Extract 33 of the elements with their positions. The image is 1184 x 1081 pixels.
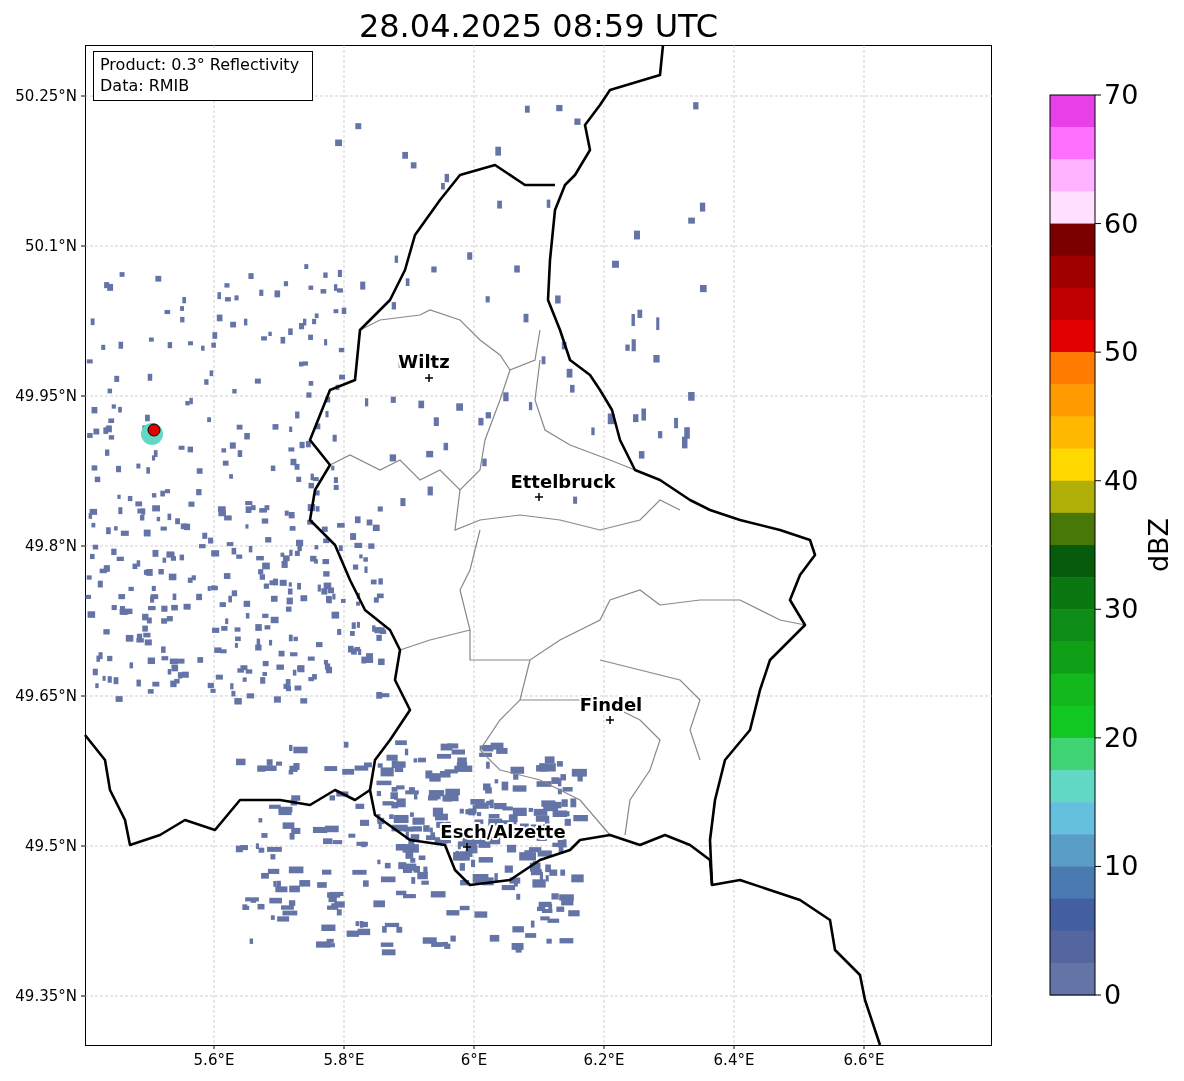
- latitude-label: 50.25°N: [15, 87, 77, 105]
- latitude-label: 49.35°N: [15, 987, 77, 1005]
- city-label: Wiltz: [398, 351, 450, 372]
- longitude-label: 6.2°E: [583, 1051, 625, 1069]
- colorbar-tick-label: 60: [1104, 207, 1139, 239]
- city-marker-icon: [462, 842, 472, 852]
- colorbar-tick-label: 30: [1104, 593, 1139, 625]
- colorbar-tick-label: 0: [1104, 979, 1122, 1010]
- latitude-label: 50.1°N: [24, 237, 77, 255]
- colorbar-tick-label: 40: [1104, 464, 1139, 496]
- city-label: Findel: [579, 694, 643, 715]
- longitude-label: 6.6°E: [843, 1051, 885, 1069]
- city-marker-icon: [605, 715, 615, 725]
- latitude-label: 49.8°N: [24, 537, 77, 555]
- info-text: Data: RMIB: [100, 76, 190, 95]
- colorbar-label: dBZ: [1143, 517, 1174, 573]
- info-text: Product: 0.3° Reflectivity: [100, 55, 300, 74]
- colorbar-tick-label: 10: [1104, 850, 1139, 882]
- colorbar-tick-label: 20: [1104, 721, 1139, 753]
- colorbar-tick-label: 50: [1104, 336, 1139, 368]
- city-marker-icon: [424, 373, 434, 383]
- chart-title: 28.04.2025 08:59 UTC: [357, 6, 720, 45]
- longitude-label: 6.4°E: [713, 1051, 755, 1069]
- colorbar-tick-label: 70: [1104, 79, 1139, 110]
- city-label: Ettelbruck: [510, 471, 616, 492]
- longitude-label: 5.6°E: [193, 1051, 235, 1069]
- longitude-label: 6°E: [460, 1051, 488, 1069]
- latitude-label: 49.95°N: [15, 387, 77, 405]
- radar-site-icon: [141, 423, 163, 445]
- city-marker-icon: [534, 492, 544, 502]
- longitude-label: 5.8°E: [323, 1051, 365, 1069]
- latitude-label: 49.5°N: [24, 837, 77, 855]
- latitude-label: 49.65°N: [15, 687, 77, 705]
